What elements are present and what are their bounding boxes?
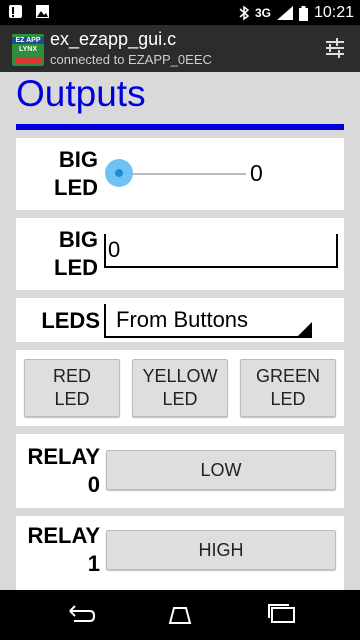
big-led-slider-label: BIG LED [54,147,98,200]
page-title: Outputs [16,73,146,114]
app-bar: EZ APP LYNX ex_ezapp_gui.c connected to … [0,25,360,72]
big-led-text-label: BIG LED [54,227,98,280]
green-led-button[interactable]: GREEN LED [240,359,336,417]
network-type: 3G [254,6,271,20]
leds-label: LEDS [41,308,100,333]
led-buttons-card: RED LED YELLOW LED GREEN LED [16,350,344,426]
home-icon[interactable] [162,602,198,628]
app-logo: EZ APP LYNX [12,34,44,66]
slider-thumb[interactable] [105,159,133,187]
big-led-text-card: BIG LED 0 [16,218,344,290]
back-icon[interactable] [60,602,96,628]
leds-mode-dropdown[interactable]: From Buttons [104,304,312,338]
clock: 10:21 [313,4,354,21]
red-led-button[interactable]: RED LED [24,359,120,417]
image-notification-icon [36,5,49,18]
app-title: ex_ezapp_gui.c [50,29,177,49]
leds-mode-selected: From Buttons [116,307,249,332]
bluetooth-icon [239,5,249,21]
title-divider [16,124,344,130]
relay-0-card: RELAY 0 LOW [16,434,344,508]
relay-0-label: RELAY 0 [27,444,100,497]
relay-1-card: RELAY 1 HIGH [16,516,344,590]
big-led-slider-card: BIG LED 0 [16,138,344,210]
navigation-bar [0,590,360,640]
relay-1-label: RELAY 1 [27,523,100,576]
notification-icon [9,5,22,18]
slider-track[interactable] [118,173,246,175]
settings-sliders-icon[interactable] [324,37,346,59]
dropdown-arrow-icon [296,322,312,338]
main-content: Outputs BIG LED 0 BIG LED 0 LEDS From Bu… [0,72,360,590]
recent-apps-icon[interactable] [264,602,300,628]
battery-icon [298,5,308,21]
relay-0-toggle-button[interactable]: LOW [106,450,336,490]
slider-value: 0 [250,160,263,186]
big-led-value-field[interactable]: 0 [104,234,338,268]
signal-icon [276,6,293,20]
relay-1-toggle-button[interactable]: HIGH [106,530,336,570]
leds-select-card: LEDS From Buttons [16,298,344,342]
yellow-led-button[interactable]: YELLOW LED [132,359,228,417]
connection-status: connected to EZAPP_0EEC [50,52,212,67]
status-bar: 3G 10:21 [0,0,360,25]
